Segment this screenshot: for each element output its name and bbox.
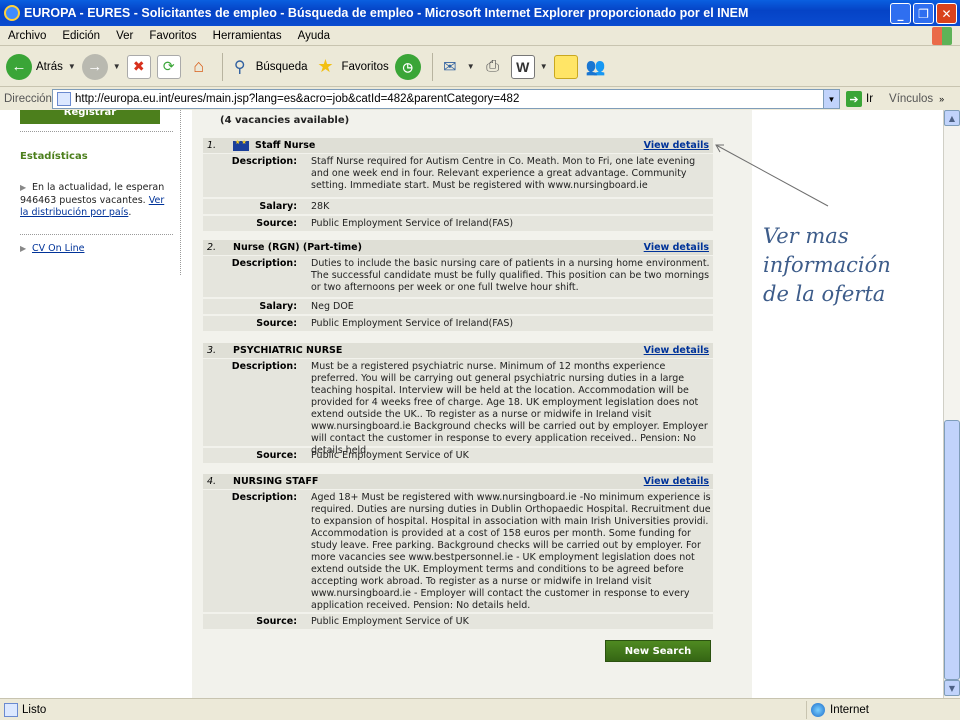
print-button[interactable]: ⎙ bbox=[481, 55, 505, 79]
status-bar: Listo Internet bbox=[0, 698, 960, 720]
address-input[interactable]: http://europa.eu.int/eures/main.jsp?lang… bbox=[52, 89, 840, 109]
status-text: Listo bbox=[22, 703, 47, 716]
address-url[interactable]: http://europa.eu.int/eures/main.jsp?lang… bbox=[75, 93, 519, 105]
refresh-icon: ⟳ bbox=[156, 54, 181, 79]
globe-icon bbox=[811, 703, 825, 717]
back-arrow-icon: ← bbox=[6, 53, 32, 80]
annotation-line: de la oferta bbox=[763, 282, 886, 306]
menu-archivo[interactable]: Archivo bbox=[0, 30, 54, 42]
minimize-button[interactable]: _ bbox=[890, 3, 911, 24]
chevron-down-icon[interactable]: ▼ bbox=[823, 90, 839, 108]
messenger-button[interactable]: 👥 bbox=[584, 55, 608, 79]
messenger-icon: 👥 bbox=[585, 58, 606, 76]
menu-ayuda[interactable]: Ayuda bbox=[290, 30, 338, 42]
scroll-down-button[interactable]: ▼ bbox=[944, 680, 960, 696]
links-button[interactable]: Vínculos bbox=[889, 93, 933, 105]
go-arrow-icon: ➔ bbox=[846, 91, 862, 107]
search-button[interactable]: ⚲ Búsqueda bbox=[228, 55, 308, 79]
page-icon bbox=[4, 702, 18, 717]
chevron-down-icon[interactable]: ▼ bbox=[68, 62, 76, 71]
stop-icon: ✖ bbox=[126, 54, 151, 79]
chevron-down-icon[interactable]: ▼ bbox=[467, 62, 475, 71]
forward-button[interactable]: → ▼ bbox=[81, 53, 121, 80]
menu-herramientas[interactable]: Herramientas bbox=[205, 30, 290, 42]
refresh-button[interactable]: ⟳ bbox=[156, 54, 181, 79]
chevron-right-icon[interactable]: » bbox=[939, 94, 944, 104]
chevron-down-icon[interactable]: ▼ bbox=[113, 62, 121, 71]
menu-bar: Archivo Edición Ver Favoritos Herramient… bbox=[0, 26, 960, 46]
back-label: Atrás bbox=[36, 60, 63, 73]
address-label: Dirección bbox=[4, 93, 52, 105]
annotation-line: Ver mas bbox=[763, 224, 849, 248]
favorites-button[interactable]: ★ Favoritos bbox=[313, 55, 388, 79]
internet-explorer-icon bbox=[4, 5, 20, 21]
toolbar-separator bbox=[431, 52, 433, 81]
toolbar-separator bbox=[221, 52, 223, 81]
printer-icon: ⎙ bbox=[486, 57, 500, 75]
chevron-down-icon[interactable]: ▼ bbox=[540, 62, 548, 71]
search-label: Búsqueda bbox=[255, 60, 308, 73]
discuss-button[interactable] bbox=[553, 54, 578, 79]
note-icon bbox=[553, 54, 578, 79]
stop-button[interactable]: ✖ bbox=[126, 54, 151, 79]
page-icon bbox=[57, 92, 71, 106]
scroll-up-button[interactable]: ▲ bbox=[944, 110, 960, 126]
search-icon: ⚲ bbox=[233, 58, 246, 76]
history-icon: ◷ bbox=[394, 53, 421, 80]
star-icon: ★ bbox=[317, 56, 334, 76]
scroll-thumb[interactable] bbox=[944, 420, 960, 680]
close-button[interactable]: ✕ bbox=[936, 3, 957, 24]
zone-label: Internet bbox=[830, 704, 869, 716]
page-viewport: Registrar Estadísticas ▶ En la actualidad… bbox=[0, 110, 943, 698]
maximize-button[interactable]: ❐ bbox=[913, 3, 934, 24]
forward-arrow-icon: → bbox=[81, 53, 108, 80]
annotation-arrow bbox=[715, 144, 829, 207]
menu-edicion[interactable]: Edición bbox=[54, 30, 108, 42]
favorites-label: Favoritos bbox=[341, 60, 389, 73]
annotation-text: Ver mas información de la oferta bbox=[763, 222, 891, 309]
go-button[interactable]: ➔ Ir bbox=[846, 91, 873, 107]
windows-logo-icon bbox=[932, 27, 952, 45]
address-bar: Dirección http://europa.eu.int/eures/mai… bbox=[0, 88, 960, 110]
home-icon: ⌂ bbox=[193, 56, 205, 76]
word-icon: W bbox=[510, 54, 535, 79]
vertical-scrollbar[interactable]: ▲ ▼ bbox=[943, 110, 960, 698]
mail-icon: ✉ bbox=[443, 58, 457, 76]
annotation-line: información bbox=[763, 253, 891, 277]
mail-button[interactable]: ✉ ▼ bbox=[438, 55, 475, 79]
toolbar: ← Atrás ▼ → ▼ ✖ ⟳ ⌂ ⚲ Búsqueda ★ Favorit… bbox=[0, 47, 960, 87]
security-zone: Internet bbox=[806, 701, 869, 719]
edit-button[interactable]: W ▼ bbox=[510, 54, 548, 79]
menu-ver[interactable]: Ver bbox=[108, 30, 141, 42]
home-button[interactable]: ⌂ bbox=[187, 55, 211, 79]
title-bar: EUROPA - EURES - Solicitantes de empleo … bbox=[0, 0, 960, 26]
window-title: EUROPA - EURES - Solicitantes de empleo … bbox=[24, 6, 749, 20]
back-button[interactable]: ← Atrás ▼ bbox=[6, 53, 76, 80]
history-button[interactable]: ◷ bbox=[394, 53, 421, 80]
go-label: Ir bbox=[866, 93, 874, 105]
menu-favoritos[interactable]: Favoritos bbox=[141, 30, 204, 42]
